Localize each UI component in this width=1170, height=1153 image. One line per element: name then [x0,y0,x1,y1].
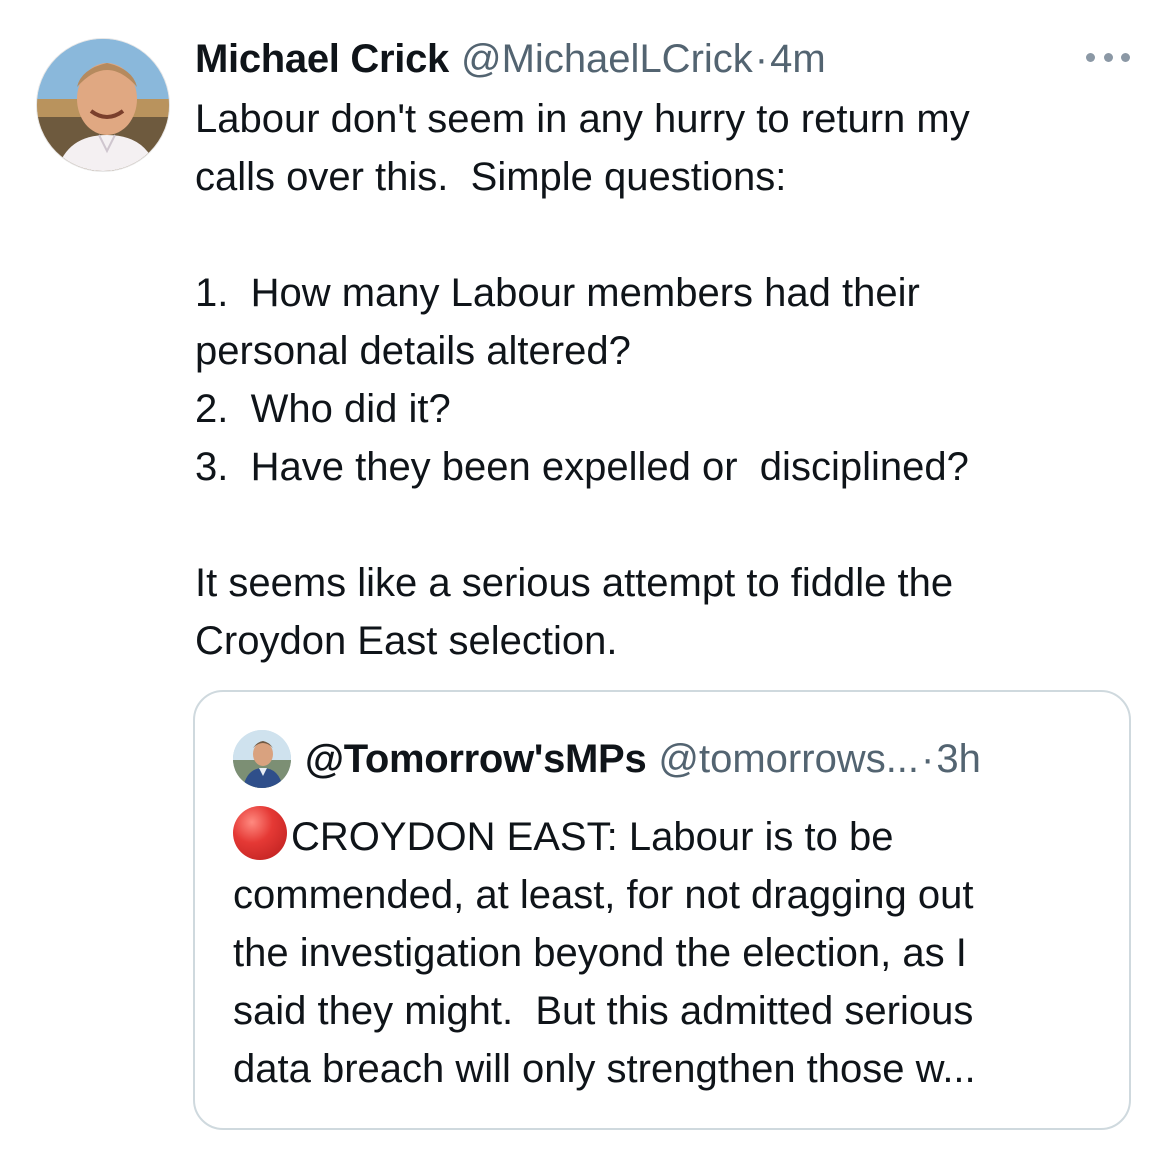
author-avatar[interactable] [36,38,170,172]
tweet-line: 2. Who did it? [195,387,451,431]
quoted-tweet-header: @Tomorrow'sMPs @tomorrows... · 3h [305,732,981,786]
quoted-tweet-card[interactable]: @Tomorrow'sMPs @tomorrows... · 3h CROYDO… [193,690,1131,1130]
header-separator: · [754,37,769,81]
tweet-line: 3. Have they been expelled or discipline… [195,445,969,489]
quoted-tweet-line: commended, at least, for not dragging ou… [233,873,974,917]
tweet-line-blank [195,496,1095,554]
tweet-line: calls over this. Simple questions: [195,155,787,199]
quoted-tweet-timestamp[interactable]: 3h [936,732,981,786]
tweet-line: Croydon East selection. [195,619,618,663]
quoted-author-avatar[interactable] [233,730,291,788]
profile-photo-icon [37,39,169,171]
quoted-author-handle[interactable]: @tomorrows... [658,732,919,786]
quoted-tweet-line: data breach will only strengthen those w… [233,1047,976,1091]
quoted-tweet-line: the investigation beyond the election, a… [233,931,967,975]
more-dot [1121,52,1130,62]
quoted-tweet-line: said they might. But this admitted serio… [233,989,974,1033]
tweet-line: 1. How many Labour members had their [195,271,920,315]
more-options-icon[interactable] [1086,46,1130,68]
quoted-tweet-text: CROYDON EAST: Labour is to be commended,… [233,806,1113,1098]
quoted-tweet-line: CROYDON EAST: Labour is to be [233,806,1113,866]
quoted-header-separator: · [921,737,935,781]
tweet-line: personal details altered? [195,329,631,373]
tweet-text: Labour don't seem in any hurry to return… [195,90,1095,670]
quoted-author-name[interactable]: @Tomorrow'sMPs [305,732,647,786]
tweet-timestamp[interactable]: 4m [770,32,826,86]
author-name[interactable]: Michael Crick [195,32,449,86]
author-handle[interactable]: @MichaelLCrick [461,32,753,86]
tweet-line: Labour don't seem in any hurry to return… [195,97,970,141]
profile-photo-icon [233,730,291,788]
tweet-line: It seems like a serious attempt to fiddl… [195,561,954,605]
more-dot [1086,52,1095,62]
tweet-line-blank [195,206,1095,264]
quoted-first-line-text: CROYDON EAST: Labour is to be [291,815,894,859]
red-circle-icon [233,806,287,860]
tweet-header: Michael Crick @MichaelLCrick · 4m [195,32,826,86]
more-dot [1103,52,1113,62]
